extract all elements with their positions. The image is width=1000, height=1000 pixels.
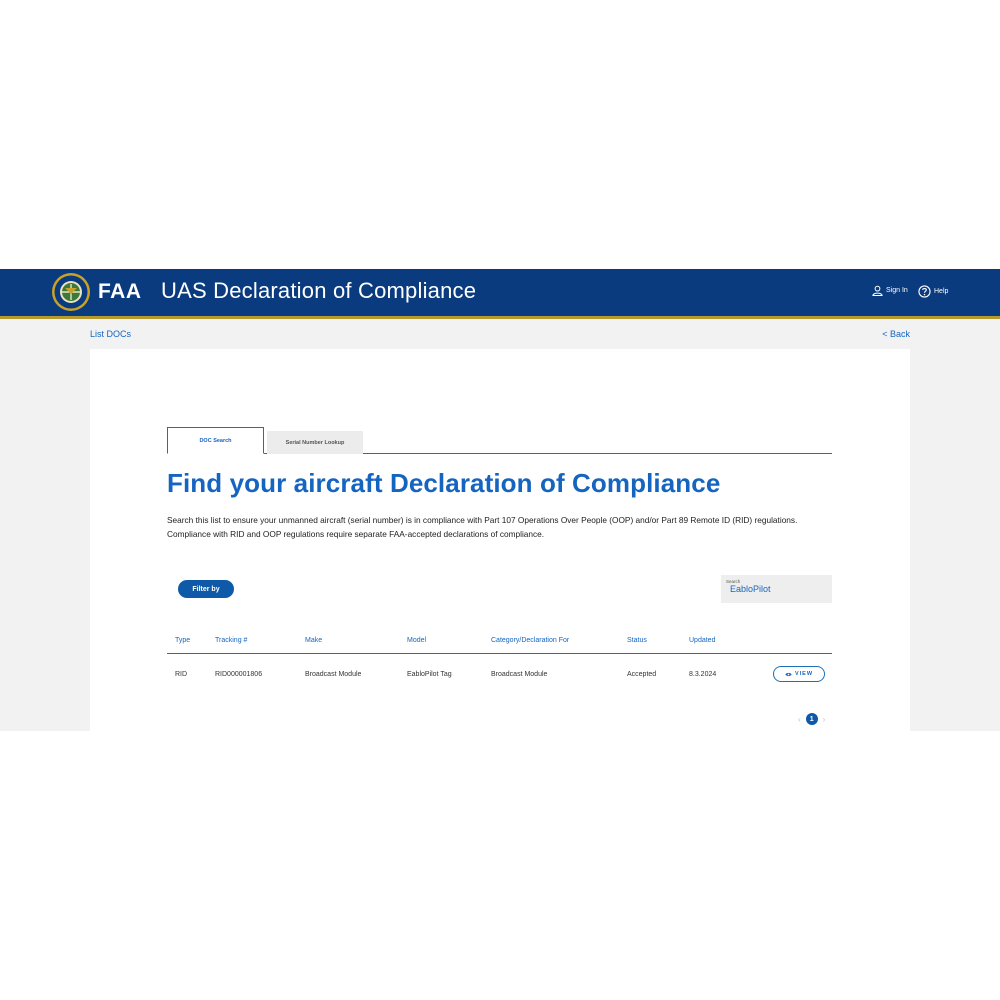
cell-category: Broadcast Module (491, 671, 548, 678)
doc-table: Type Tracking # Make Model Category/Decl… (167, 632, 832, 696)
sign-in-link[interactable]: Sign In (872, 285, 908, 296)
help-link[interactable]: Help (918, 285, 948, 298)
column-header-model[interactable]: Model (407, 637, 426, 644)
column-header-status[interactable]: Status (627, 637, 647, 644)
cell-updated: 8.3.2024 (689, 671, 717, 678)
page-description: Search this list to ensure your unmanned… (167, 515, 798, 539)
user-icon (872, 285, 883, 296)
column-header-type[interactable]: Type (175, 637, 190, 644)
pagination-page-1[interactable]: 1 (805, 713, 818, 725)
back-link[interactable]: < Back (882, 329, 910, 339)
column-header-make[interactable]: Make (305, 637, 322, 644)
breadcrumb: List DOCs < Back (0, 322, 1000, 350)
pagination: ‹ 1 › (798, 713, 825, 725)
view-label: VIEW (794, 671, 814, 677)
tab-serial-number-lookup[interactable]: Serial Number Lookup (267, 431, 363, 454)
page-title: Find your aircraft Declaration of Compli… (167, 468, 721, 498)
eye-icon (785, 672, 792, 676)
tab-bar: DOC Search Serial Number Lookup (167, 427, 832, 454)
tab-doc-search[interactable]: DOC Search (167, 427, 264, 454)
faa-seal-logo[interactable] (51, 272, 91, 312)
app-title: UAS Declaration of Compliance (161, 278, 477, 303)
cell-status: Accepted (627, 671, 657, 678)
column-header-category[interactable]: Category/Declaration For (491, 637, 569, 644)
search-value: EabloPilot (730, 584, 771, 594)
pagination-next[interactable]: › (823, 715, 826, 724)
breadcrumb-list-docs[interactable]: List DOCs (90, 329, 131, 339)
table-row: RID RID000001806 Broadcast Module EabloP… (167, 654, 832, 696)
help-label: Help (934, 288, 949, 295)
faa-brand[interactable]: FAA (98, 280, 142, 304)
table-header: Type Tracking # Make Model Category/Decl… (167, 632, 832, 654)
sign-in-label: Sign In (886, 287, 908, 294)
cell-type: RID (175, 671, 188, 678)
pagination-prev[interactable]: ‹ (798, 715, 801, 724)
filter-by-button[interactable]: Filter by (178, 580, 234, 598)
cell-tracking: RID000001806 (215, 671, 263, 678)
app-window: FAA UAS Declaration of Compliance Sign I… (0, 269, 1000, 731)
column-header-updated[interactable]: Updated (689, 637, 715, 644)
view-button[interactable]: VIEW (773, 666, 825, 682)
search-input[interactable]: Search EabloPilot (721, 575, 832, 603)
help-icon (918, 285, 931, 298)
content-panel: DOC Search Serial Number Lookup Find you… (90, 349, 910, 731)
cell-make: Broadcast Module (305, 671, 362, 678)
site-header: FAA UAS Declaration of Compliance Sign I… (0, 269, 1000, 319)
cell-model: EabloPilot Tag (407, 671, 452, 678)
column-header-tracking[interactable]: Tracking # (215, 637, 247, 644)
